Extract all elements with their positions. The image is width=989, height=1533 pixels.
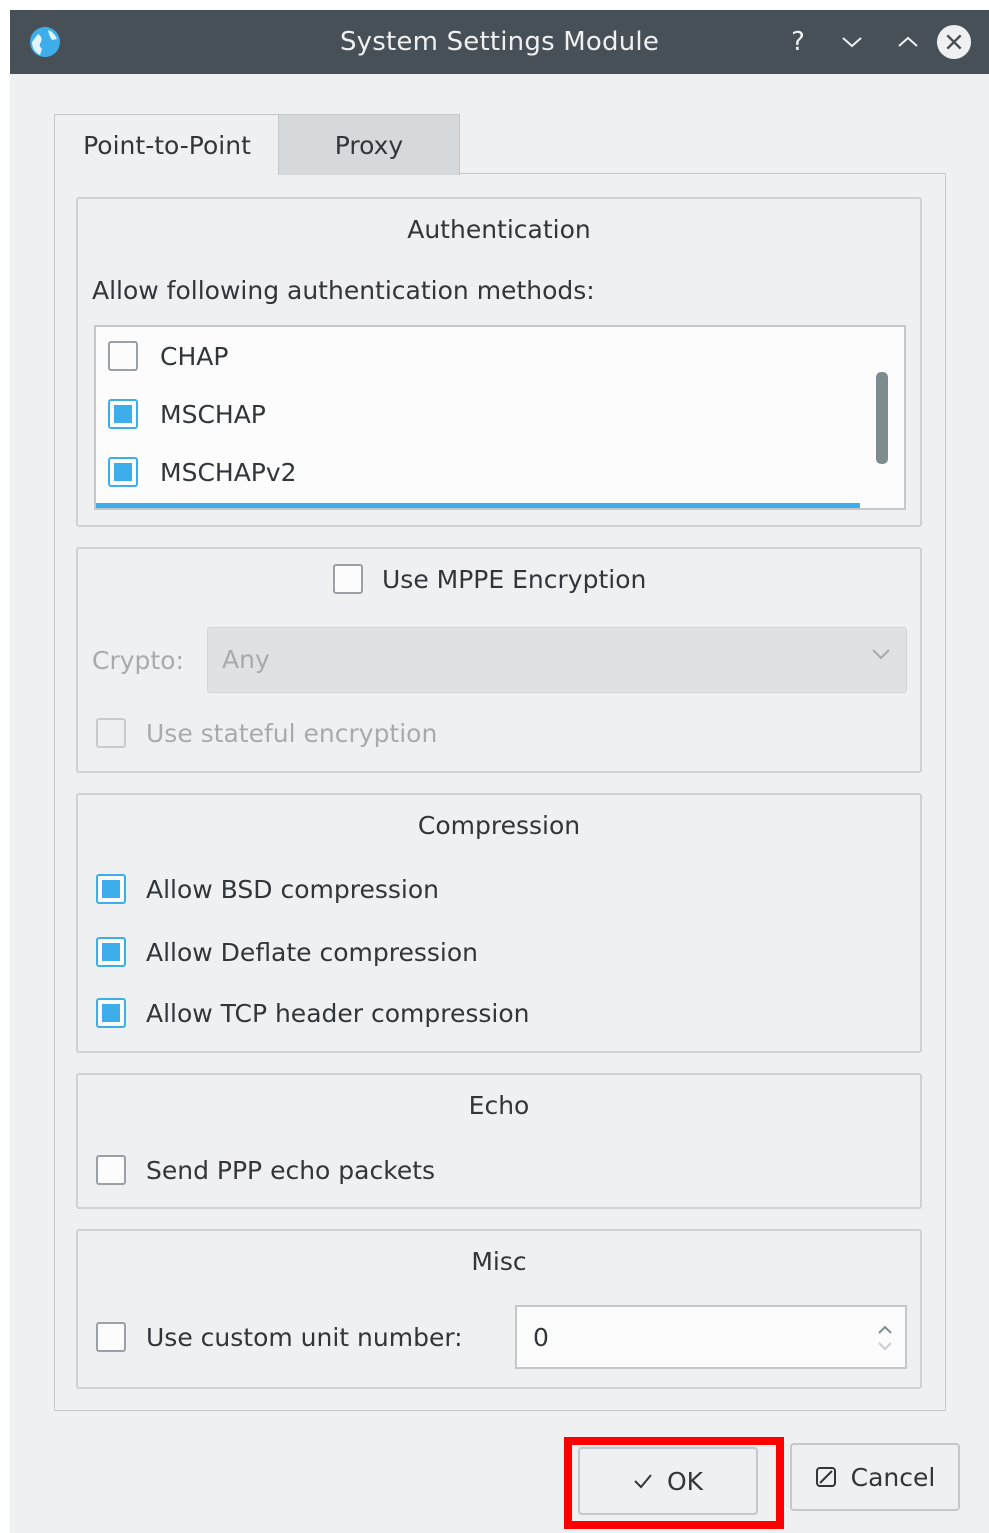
stateful-encryption-checkbox[interactable] <box>96 718 126 748</box>
tab-point-to-point[interactable]: Point-to-Point <box>54 114 280 175</box>
tcp-header-compression-checkbox[interactable] <box>96 998 126 1028</box>
bsd-compression-checkbox[interactable] <box>96 874 126 904</box>
chap-label[interactable]: CHAP <box>160 342 228 371</box>
ok-highlight-box <box>564 1437 784 1529</box>
mppe-checkbox[interactable] <box>333 564 363 594</box>
close-icon[interactable] <box>936 24 972 60</box>
deflate-compression-label[interactable]: Allow Deflate compression <box>146 938 478 967</box>
stateful-encryption-label: Use stateful encryption <box>146 719 438 748</box>
authentication-prompt: Allow following authentication methods: <box>92 276 595 305</box>
deflate-compression-checkbox[interactable] <box>96 937 126 967</box>
authentication-title: Authentication <box>407 215 591 244</box>
cancel-icon <box>815 1467 836 1487</box>
mschap-checkbox[interactable] <box>108 399 138 429</box>
crypto-select[interactable]: Any <box>207 627 907 693</box>
mschapv2-label[interactable]: MSCHAPv2 <box>160 458 297 487</box>
maximize-icon[interactable] <box>890 24 926 60</box>
custom-unit-checkbox[interactable] <box>96 1322 126 1352</box>
unit-number-value: 0 <box>533 1323 549 1352</box>
mppe-label[interactable]: Use MPPE Encryption <box>382 565 646 594</box>
title-bar: System Settings Module ? <box>10 10 989 74</box>
mschapv2-checkbox[interactable] <box>108 457 138 487</box>
echo-checkbox[interactable] <box>96 1155 126 1185</box>
list-selection-indicator <box>96 503 860 508</box>
minimize-icon[interactable] <box>834 24 870 60</box>
tab-proxy[interactable]: Proxy <box>278 114 460 175</box>
bsd-compression-label[interactable]: Allow BSD compression <box>146 875 439 904</box>
mschap-label[interactable]: MSCHAP <box>160 400 266 429</box>
echo-label[interactable]: Send PPP echo packets <box>146 1156 435 1185</box>
help-icon[interactable]: ? <box>780 24 816 60</box>
tcp-header-compression-label[interactable]: Allow TCP header compression <box>146 999 530 1028</box>
crypto-value: Any <box>222 645 270 674</box>
compression-title: Compression <box>417 811 581 840</box>
chap-checkbox[interactable] <box>108 341 138 371</box>
misc-title: Misc <box>471 1247 527 1276</box>
echo-group: Echo <box>76 1073 922 1209</box>
chevron-down-icon <box>870 642 892 667</box>
custom-unit-label[interactable]: Use custom unit number: <box>146 1323 463 1352</box>
spin-arrows-icon[interactable] <box>875 1317 895 1357</box>
crypto-label: Crypto: <box>92 646 184 675</box>
cancel-label: Cancel <box>850 1462 936 1492</box>
cancel-button[interactable]: Cancel <box>790 1443 960 1511</box>
echo-title: Echo <box>468 1091 530 1120</box>
unit-number-spinbox[interactable]: 0 <box>515 1305 907 1369</box>
list-scrollbar[interactable] <box>876 372 888 464</box>
